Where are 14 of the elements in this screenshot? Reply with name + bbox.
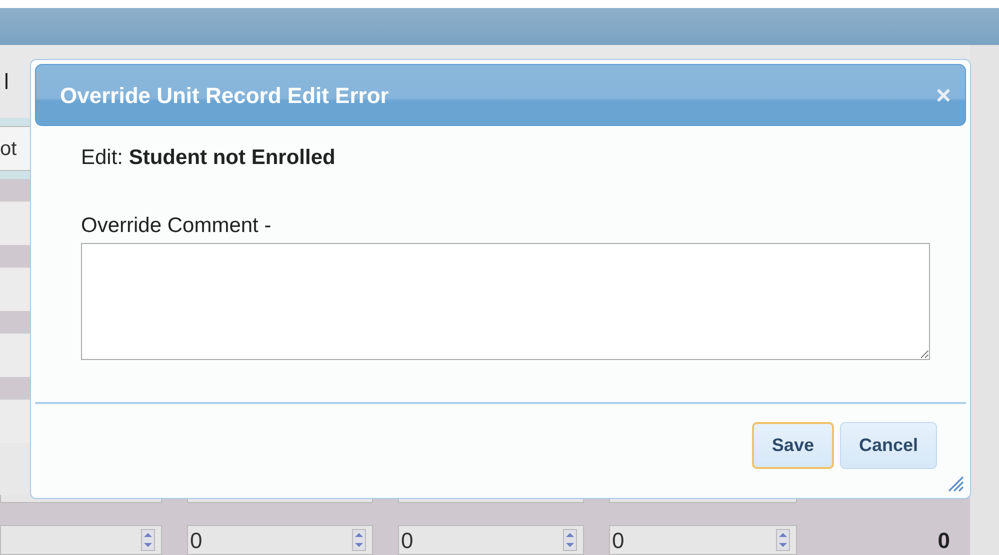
field-value: 0 bbox=[190, 526, 202, 554]
cancel-button[interactable]: Cancel bbox=[840, 422, 937, 469]
table-cell-text: ot bbox=[0, 136, 17, 162]
spin-field[interactable]: 0 bbox=[187, 525, 373, 555]
dialog-title: Override Unit Record Edit Error bbox=[60, 82, 389, 110]
spin-field[interactable]: 0 bbox=[609, 525, 797, 555]
field-value: 0 bbox=[401, 526, 414, 554]
save-button[interactable]: Save bbox=[752, 422, 834, 469]
column-label: l bbox=[4, 68, 9, 96]
field-value: 0 bbox=[612, 526, 624, 554]
comment-label: Override Comment - bbox=[81, 212, 272, 238]
spin-field[interactable]: 0 bbox=[398, 525, 584, 555]
edit-message: Edit: Student not Enrolled bbox=[81, 145, 336, 171]
total-value: 0 bbox=[938, 526, 950, 554]
